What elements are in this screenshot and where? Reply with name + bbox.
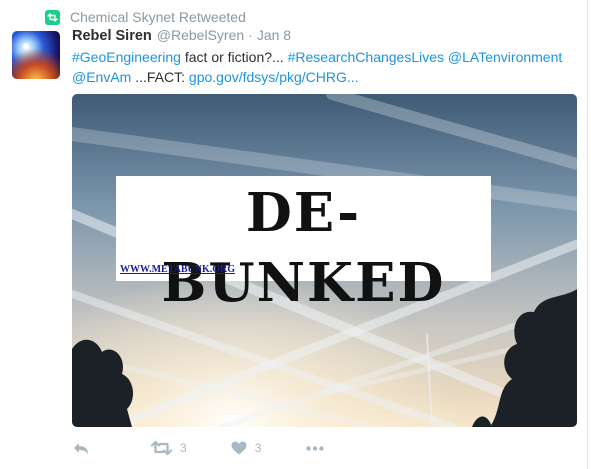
url-link[interactable]: gpo.gov/fdsys/pkg/CHRG... xyxy=(189,69,359,85)
author-handle[interactable]: @RebelSyren xyxy=(157,27,244,43)
text-segment: ...FACT: xyxy=(131,69,189,85)
more-icon xyxy=(306,445,325,451)
tweet-actions: 3 3 xyxy=(72,437,325,459)
debunked-stamp-overlay: DE-BUNKED WWW.METABUNK.ORG xyxy=(116,176,491,314)
retweet-context-label: Chemical Skynet Retweeted xyxy=(70,9,246,25)
tweet-timestamp[interactable]: Jan 8 xyxy=(257,27,291,43)
like-button[interactable]: 3 xyxy=(231,441,262,455)
tweet-text: #GeoEngineering fact or fiction?... #Res… xyxy=(72,47,577,87)
timeline-divider xyxy=(587,0,588,469)
like-count: 3 xyxy=(254,441,262,455)
more-button[interactable] xyxy=(306,445,325,451)
reply-icon xyxy=(74,442,88,454)
stamp-url: WWW.METABUNK.ORG xyxy=(120,264,236,275)
reply-button[interactable] xyxy=(73,442,89,455)
tweet-media-image[interactable]: DE-BUNKED WWW.METABUNK.ORG xyxy=(72,94,577,427)
avatar[interactable] xyxy=(12,31,60,79)
retweet-count: 3 xyxy=(180,441,187,455)
heart-icon xyxy=(231,441,247,455)
tweet-header: Rebel Siren @RebelSyren · Jan 8 xyxy=(72,27,291,44)
tweet-card: Chemical Skynet Retweeted Rebel Siren @R… xyxy=(0,0,591,469)
retweet-badge-icon xyxy=(45,9,60,25)
retweet-context[interactable]: Chemical Skynet Retweeted xyxy=(45,8,246,26)
header-separator: · xyxy=(248,27,253,43)
retweet-button[interactable]: 3 xyxy=(151,441,187,455)
hashtag-link[interactable]: #ResearchChangesLives xyxy=(288,49,444,65)
mention-link[interactable]: @EnvAm xyxy=(72,69,131,85)
retweet-icon xyxy=(151,441,172,455)
text-segment: fact or fiction?... xyxy=(180,49,288,65)
hashtag-link[interactable]: #GeoEngineering xyxy=(72,49,181,65)
mention-link[interactable]: @LATenvironment xyxy=(448,49,562,65)
stamp-text: DE-BUNKED xyxy=(161,182,446,314)
author-name[interactable]: Rebel Siren xyxy=(72,28,152,44)
